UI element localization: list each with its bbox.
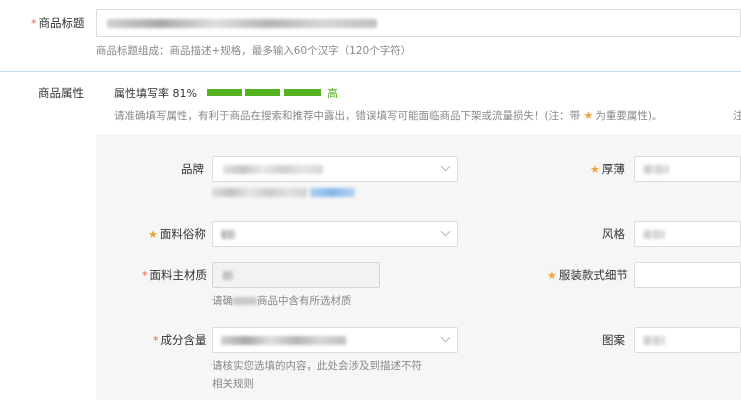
chevron-down-icon (440, 161, 451, 172)
brand-label: 品牌 (181, 162, 204, 176)
redacted-thickness-value (643, 165, 669, 174)
title-hint: 商品标题组成：商品描述+规格，最多输入60个汉字（120个字符） (96, 45, 412, 57)
brand-hint (212, 187, 357, 197)
redacted-composition-value (221, 336, 346, 345)
garment-detail-label: ★ 服装款式细节 (547, 268, 628, 282)
chevron-down-icon (440, 226, 451, 237)
main-material-hint: 请确 商品中含有所选材质 (212, 295, 352, 307)
pattern-select[interactable] (634, 327, 741, 353)
important-star-icon: ★ (590, 163, 600, 176)
composition-hint-line1: 请核实您选填的内容，此处会涉及到描述不符 (212, 360, 422, 372)
main-material-field (212, 262, 380, 288)
garment-detail-select[interactable] (634, 262, 741, 288)
redacted-fabric-value (221, 230, 235, 239)
redacted-title-text (107, 19, 377, 28)
fill-rate-bar-segment-1 (207, 89, 242, 96)
composition-label: * 成分含量 (153, 333, 207, 347)
style-select[interactable] (634, 221, 741, 247)
thickness-select[interactable] (634, 156, 741, 182)
redacted-style-value (643, 230, 665, 239)
chevron-down-icon (440, 332, 451, 343)
main-material-label: * 面料主材质 (142, 268, 207, 282)
redacted-material-value (223, 271, 233, 280)
composition-hint-line2: 相关规则 (212, 378, 254, 390)
fill-rate-bar-segment-3 (284, 89, 321, 96)
redacted-brand-value (223, 165, 323, 174)
fill-rate-label: 属性填写率 81% (114, 87, 197, 100)
style-label: 风格 (602, 227, 625, 241)
notice-edge-text: 注 (733, 110, 741, 122)
section-divider (0, 71, 741, 72)
pattern-label: 图案 (602, 333, 625, 347)
brand-select[interactable] (212, 156, 458, 182)
fill-level-text: 高 (327, 87, 338, 100)
title-label: * 商品标题 (31, 16, 85, 30)
fabric-name-select[interactable] (212, 221, 458, 247)
composition-select[interactable] (212, 327, 458, 353)
brand-apply-link[interactable] (310, 188, 355, 197)
important-star-icon: ★ (583, 109, 594, 122)
redacted-hint-text (233, 297, 257, 305)
important-star-icon: ★ (148, 228, 158, 241)
attributes-section-label: 商品属性 (38, 86, 84, 100)
title-input[interactable] (96, 9, 741, 37)
fabric-name-label: ★ 面料俗称 (148, 227, 206, 241)
thickness-label: ★ 厚薄 (590, 162, 625, 176)
redacted-pattern-value (643, 336, 665, 345)
important-star-icon: ★ (547, 269, 557, 282)
attributes-notice: 请准确填写属性，有利于商品在搜索和推荐中露出，错误填写可能面临商品下架或流量损失… (114, 109, 663, 122)
fill-rate-bar-segment-2 (245, 89, 280, 96)
